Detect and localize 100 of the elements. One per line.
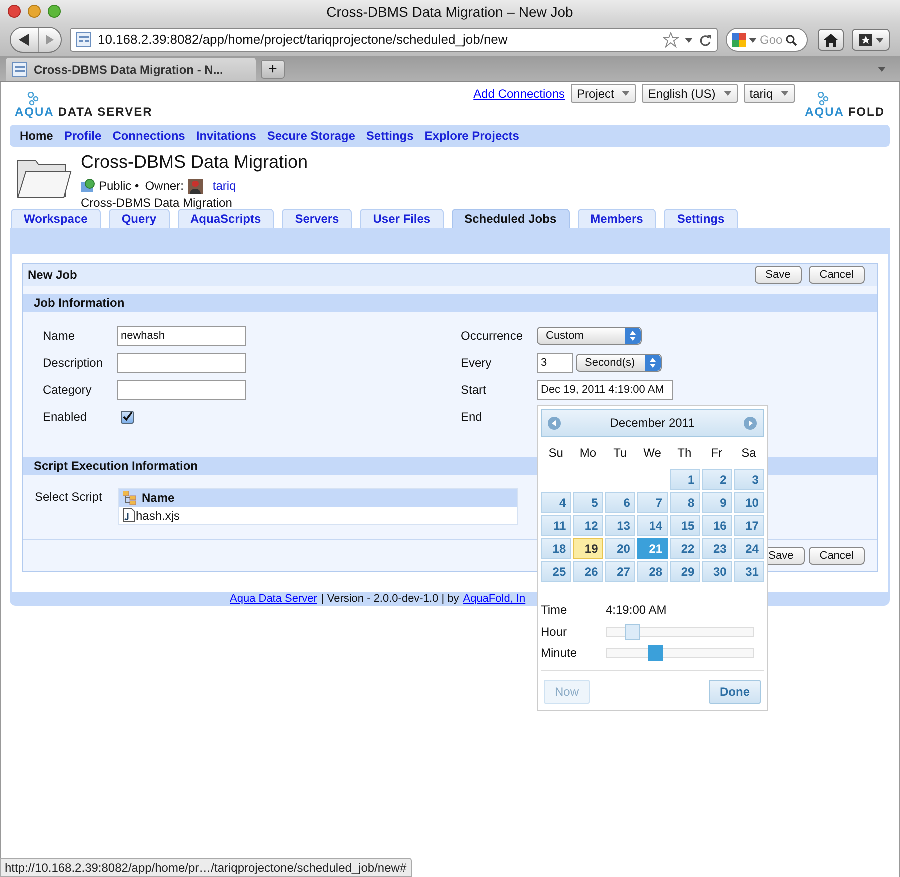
text-field[interactable]: newhash (117, 326, 246, 346)
nav-link[interactable]: Home (20, 127, 54, 145)
calendar-day[interactable]: 7 (637, 492, 668, 513)
column-header[interactable]: Name (142, 489, 175, 507)
header-dropdown[interactable]: English (US) (642, 84, 738, 103)
cancel-button[interactable]: Cancel (808, 266, 865, 284)
every-field[interactable]: 3 (537, 353, 573, 373)
add-connections-link[interactable]: Add Connections (474, 84, 566, 102)
weekday-label: Mo (578, 445, 598, 462)
tab[interactable]: Scheduled Jobs (452, 209, 570, 228)
calendar-day[interactable]: 23 (702, 538, 732, 559)
bookmarks-button[interactable] (852, 29, 890, 51)
calendar-day[interactable]: 31 (734, 561, 764, 582)
tab[interactable]: Members (578, 209, 656, 228)
save-button[interactable]: Save (754, 266, 802, 284)
nav-link[interactable]: Connections (112, 127, 186, 145)
nav-link[interactable]: Secure Storage (267, 127, 356, 145)
done-button[interactable]: Done (709, 680, 761, 704)
calendar-day[interactable]: 20 (605, 538, 636, 559)
calendar-day[interactable]: 26 (573, 561, 604, 582)
start-field[interactable]: Dec 19, 2011 4:19:00 AM (537, 380, 673, 400)
page-icon (12, 62, 28, 78)
tab[interactable]: Servers (282, 209, 352, 228)
owner-link[interactable]: tariq (212, 177, 236, 195)
field-label: Enabled (43, 409, 88, 426)
calendar-day[interactable]: 15 (670, 515, 700, 536)
weekday-label: Th (676, 445, 693, 462)
nav-link[interactable]: Settings (366, 127, 414, 145)
new-tab-button[interactable]: + (261, 60, 285, 79)
visibility-text: Public • (99, 178, 140, 195)
calendar-day[interactable]: 14 (637, 515, 668, 536)
minimize-icon[interactable] (28, 5, 41, 18)
calendar-day[interactable]: 1 (670, 469, 700, 490)
text-field[interactable] (117, 380, 246, 400)
back-arrow-icon (18, 34, 30, 46)
cancel-button[interactable]: Cancel (808, 546, 865, 564)
calendar-day[interactable]: 29 (670, 561, 700, 582)
calendar-day[interactable]: 11 (541, 515, 572, 536)
calendar-day[interactable]: 24 (734, 538, 764, 559)
home-button[interactable] (818, 29, 844, 51)
address-bar[interactable]: 10.168.2.39:8082/app/home/project/tariqprojectone/scheduled_job/new (70, 28, 718, 52)
next-month-icon[interactable] (744, 416, 757, 430)
nav-link[interactable]: Invitations (196, 127, 256, 145)
previous-month-icon[interactable] (548, 416, 561, 430)
calendar-day[interactable]: 22 (670, 538, 700, 559)
tab[interactable]: User Files (360, 209, 444, 228)
calendar-day[interactable]: 12 (573, 515, 604, 536)
calendar-day[interactable]: 18 (541, 538, 572, 559)
aqua-data-server-logo: AQUA DATA SERVER (15, 106, 153, 118)
close-icon[interactable] (8, 5, 21, 18)
calendar-day[interactable]: 5 (573, 492, 604, 513)
calendar-day[interactable]: 27 (605, 561, 636, 582)
star-icon[interactable] (663, 32, 679, 48)
calendar-day[interactable]: 28 (637, 561, 668, 582)
zoom-icon[interactable] (48, 5, 61, 18)
google-icon (732, 33, 746, 47)
footer-text: | Version - 2.0.0-dev-1.0 | by (321, 592, 460, 606)
browser-tab[interactable]: Cross-DBMS Data Migration - N... (6, 58, 256, 81)
calendar-day[interactable]: 9 (702, 492, 732, 513)
calendar-day[interactable]: 17 (734, 515, 764, 536)
calendar-day[interactable]: 2 (702, 469, 732, 490)
text-field[interactable] (117, 353, 246, 373)
caret-icon (876, 38, 884, 42)
tab[interactable]: Query (108, 209, 170, 228)
calendar-day[interactable]: 19 (573, 538, 604, 559)
calendar-day[interactable]: 4 (541, 492, 572, 513)
stepper-icon (625, 328, 641, 344)
calendar-day[interactable]: 13 (605, 515, 636, 536)
field-label: End (461, 409, 484, 426)
enabled-checkbox[interactable] (121, 410, 134, 424)
caret-icon (622, 91, 630, 96)
calendar-day[interactable]: 16 (702, 515, 732, 536)
aquafold-link[interactable]: AquaFold, In (463, 592, 526, 606)
calendar-day[interactable]: 8 (670, 492, 700, 513)
header-dropdown[interactable]: tariq (744, 84, 796, 103)
field-label: Category (43, 382, 93, 399)
nav-link[interactable]: Profile (64, 127, 102, 145)
slider-thumb[interactable] (648, 645, 664, 661)
reload-icon[interactable] (699, 34, 712, 46)
calendar-day[interactable]: 6 (605, 492, 636, 513)
calendar-day[interactable]: 3 (734, 469, 764, 490)
tab[interactable]: Settings (664, 209, 738, 228)
tab[interactable]: AquaScripts (178, 209, 274, 228)
calendar-day[interactable]: 25 (541, 561, 572, 582)
header-dropdown[interactable]: Project (571, 84, 636, 103)
nav-link[interactable]: Explore Projects (424, 127, 520, 145)
occurrence-select[interactable]: Custom (537, 327, 642, 345)
calendar-day[interactable]: 30 (702, 561, 732, 582)
script-row[interactable]: hash.xjs (136, 506, 180, 524)
section-title: Script Execution Information (34, 458, 198, 475)
caret-icon (685, 38, 693, 42)
aqua-data-server-link[interactable]: Aqua Data Server (230, 592, 318, 606)
tab[interactable]: Workspace (11, 209, 101, 228)
weekday-label: Fr (710, 445, 724, 462)
slider-thumb[interactable] (624, 624, 640, 640)
search-icon (786, 34, 797, 46)
window-title: Cross-DBMS Data Migration – New Job (326, 2, 574, 22)
page-icon (76, 32, 92, 48)
calendar-day[interactable]: 10 (734, 492, 764, 513)
unit-select[interactable]: Second(s) (576, 354, 662, 372)
